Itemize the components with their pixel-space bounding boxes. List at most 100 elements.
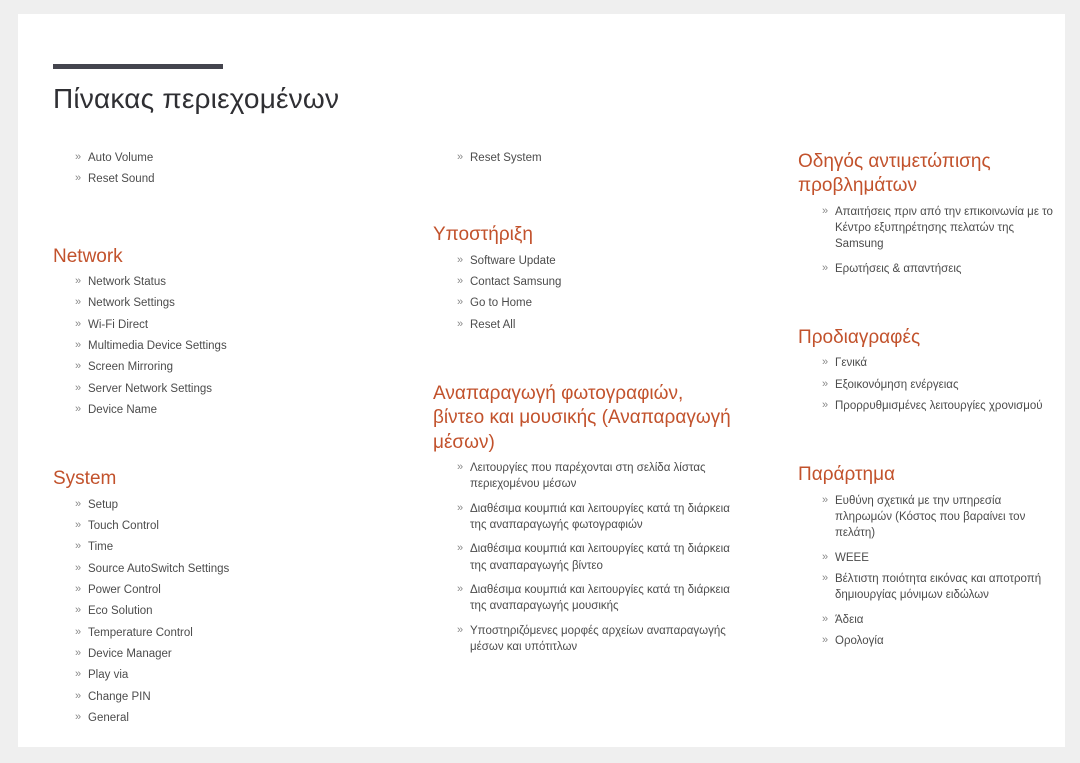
list-item[interactable]: Απαιτήσεις πριν από την επικοινωνία με τ… [822, 204, 1058, 253]
list-item[interactable]: Play via [75, 667, 373, 683]
section-heading-troubleshooting[interactable]: Οδηγός αντιμετώπισης προβλημάτων [798, 150, 1058, 199]
list-item[interactable]: Change PIN [75, 689, 373, 705]
list-item[interactable]: Network Status [75, 274, 373, 290]
toc-entry-label: Temperature Control [88, 626, 193, 639]
list-item[interactable]: Διαθέσιμα κουμπιά και λειτουργίες κατά τ… [457, 541, 733, 574]
toc-entry-label: Ευθύνη σχετικά με την υπηρεσία πληρωμών … [835, 494, 1026, 540]
toc-section-network: Network Network Status Network Settings … [53, 245, 373, 419]
list-item[interactable]: Server Network Settings [75, 381, 373, 397]
list-item[interactable]: Ερωτήσεις & απαντήσεις [822, 261, 1058, 277]
toc-entry-label: Διαθέσιμα κουμπιά και λειτουργίες κατά τ… [470, 502, 730, 531]
list-item[interactable]: Go to Home [457, 295, 733, 311]
section-heading-network[interactable]: Network [53, 245, 373, 269]
list-item[interactable]: Διαθέσιμα κουμπιά και λειτουργίες κατά τ… [457, 501, 733, 534]
list-item[interactable]: Γενικά [822, 355, 1058, 371]
toc-entry-label: Reset System [470, 152, 542, 164]
toc-entry-label: Υποστηριζόμενες μορφές αρχείων αναπαραγω… [470, 624, 726, 653]
toc-entry-label: Απαιτήσεις πριν από την επικοινωνία με τ… [835, 205, 1053, 251]
toc-entry-label: Ερωτήσεις & απαντήσεις [835, 262, 962, 275]
toc-entry-label: Device Manager [88, 647, 172, 660]
list-item[interactable]: Reset Sound [75, 171, 373, 187]
toc-entry-label: Contact Samsung [470, 275, 562, 288]
toc-entry-label: Auto Volume [88, 152, 154, 164]
toc-section-system: System Setup Touch Control Time Source A… [53, 467, 373, 726]
toc-section-specifications: Προδιαγραφές Γενικά Εξοικονόμηση ενέργει… [798, 326, 1058, 414]
list-item[interactable]: General [75, 710, 373, 726]
list-item[interactable]: Εξοικονόμηση ενέργειας [822, 377, 1058, 393]
toc-list-network: Network Status Network Settings Wi-Fi Di… [75, 274, 373, 418]
list-item[interactable]: Ευθύνη σχετικά με την υπηρεσία πληρωμών … [822, 493, 1058, 542]
page-header: Πίνακας περιεχομένων [53, 64, 953, 115]
list-item[interactable]: Network Settings [75, 295, 373, 311]
list-item[interactable]: Auto Volume [75, 150, 373, 166]
toc-entry-label: Time [88, 541, 114, 554]
document-page: Πίνακας περιεχομένων Auto Volume Reset S… [18, 14, 1065, 747]
list-item[interactable]: Screen Mirroring [75, 359, 373, 375]
list-item[interactable]: Time [75, 539, 373, 555]
toc-entry-label: Εξοικονόμηση ενέργειας [835, 378, 959, 391]
toc-entry-label: Screen Mirroring [88, 361, 173, 374]
list-item[interactable]: Power Control [75, 582, 373, 598]
toc-column-3: Οδηγός αντιμετώπισης προβλημάτων Απαιτήσ… [798, 150, 1058, 654]
list-item[interactable]: Προρρυθμισμένες λειτουργίες χρονισμού [822, 398, 1058, 414]
toc-entry-label: Multimedia Device Settings [88, 339, 227, 352]
list-item[interactable]: Reset System [457, 150, 733, 166]
toc-entry-label: Reset All [470, 318, 516, 331]
list-item[interactable]: Contact Samsung [457, 274, 733, 290]
list-item[interactable]: Setup [75, 497, 373, 513]
list-item[interactable]: Reset All [457, 317, 733, 333]
list-item[interactable]: Wi-Fi Direct [75, 317, 373, 333]
toc-entry-label: Eco Solution [88, 605, 153, 618]
toc-entry-label: Γενικά [835, 357, 868, 370]
toc-list-appendix: Ευθύνη σχετικά με την υπηρεσία πληρωμών … [822, 493, 1058, 650]
toc-entry-label: Network Settings [88, 297, 175, 310]
toc-entry-label: Network Status [88, 275, 166, 288]
list-item[interactable]: Βέλτιστη ποιότητα εικόνας και αποτροπή δ… [822, 571, 1058, 604]
list-item[interactable]: Device Manager [75, 646, 373, 662]
toc-list-support: Software Update Contact Samsung Go to Ho… [457, 253, 733, 333]
list-item[interactable]: WEEE [822, 550, 1058, 566]
toc-entry-label: Λειτουργίες που παρέχονται στη σελίδα λί… [470, 461, 706, 491]
toc-entry-label: Διαθέσιμα κουμπιά και λειτουργίες κατά τ… [470, 543, 730, 572]
toc-entry-label: Ορολογία [835, 634, 884, 647]
list-item[interactable]: Ορολογία [822, 633, 1058, 649]
section-heading-appendix[interactable]: Παράρτημα [798, 463, 1058, 487]
list-item[interactable]: Άδεια [822, 612, 1058, 628]
list-item[interactable]: Temperature Control [75, 625, 373, 641]
list-item[interactable]: Υποστηριζόμενες μορφές αρχείων αναπαραγω… [457, 623, 733, 656]
title-rule-divider [53, 64, 223, 69]
section-heading-support[interactable]: Υποστήριξη [433, 223, 733, 247]
toc-list-troubleshooting: Απαιτήσεις πριν από την επικοινωνία με τ… [822, 204, 1058, 277]
toc-entry-label: Wi-Fi Direct [88, 318, 149, 331]
list-item[interactable]: Touch Control [75, 518, 373, 534]
toc-entry-label: Άδεια [835, 613, 864, 626]
list-item[interactable]: Multimedia Device Settings [75, 338, 373, 354]
toc-entry-label: Προρρυθμισμένες λειτουργίες χρονισμού [835, 399, 1043, 412]
toc-section-appendix: Παράρτημα Ευθύνη σχετικά με την υπηρεσία… [798, 463, 1058, 649]
section-heading-media-play[interactable]: Αναπαραγωγή φωτογραφιών, βίντεο και μουσ… [433, 382, 733, 455]
toc-section-system-continued: Reset System [433, 150, 733, 166]
section-heading-system[interactable]: System [53, 467, 373, 491]
toc-entry-label: Touch Control [88, 519, 159, 532]
list-item[interactable]: Software Update [457, 253, 733, 269]
toc-columns: Auto Volume Reset Sound Network Network … [53, 150, 1053, 730]
list-item[interactable]: Eco Solution [75, 603, 373, 619]
toc-entry-label: Change PIN [88, 690, 151, 703]
toc-section-troubleshooting: Οδηγός αντιμετώπισης προβλημάτων Απαιτήσ… [798, 150, 1058, 277]
toc-entry-label: Server Network Settings [88, 382, 212, 395]
section-heading-specifications[interactable]: Προδιαγραφές [798, 326, 1058, 350]
list-item[interactable]: Λειτουργίες που παρέχονται στη σελίδα λί… [457, 460, 733, 493]
list-item[interactable]: Διαθέσιμα κουμπιά και λειτουργίες κατά τ… [457, 582, 733, 615]
toc-entry-label: Power Control [88, 583, 161, 596]
toc-entry-label: Setup [88, 498, 119, 511]
toc-entry-label: Διαθέσιμα κουμπιά και λειτουργίες κατά τ… [470, 583, 730, 613]
list-item[interactable]: Source AutoSwitch Settings [75, 561, 373, 577]
list-item[interactable]: Device Name [75, 402, 373, 418]
toc-section-sound-continued: Auto Volume Reset Sound [53, 150, 373, 188]
toc-column-1: Auto Volume Reset Sound Network Network … [53, 150, 373, 731]
